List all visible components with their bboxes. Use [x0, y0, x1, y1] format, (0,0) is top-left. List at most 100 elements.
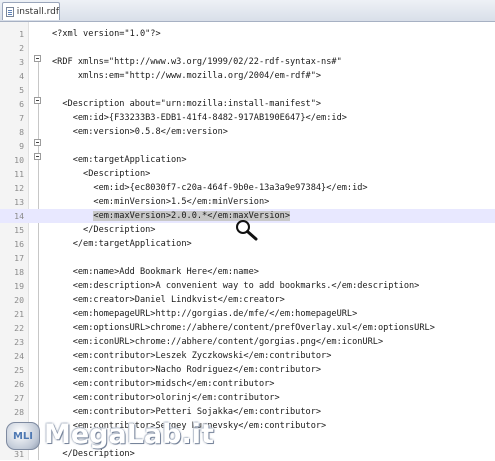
code-text-content: <em:version>0.5.8</em:version> — [52, 127, 228, 137]
tab-label: install.rdf — [16, 6, 59, 17]
code-text: xmlns:em="http://www.mozilla.org/2004/em… — [52, 69, 321, 83]
code-text: <em:targetApplication> — [52, 153, 187, 167]
code-text-content: <em:targetApplication> — [52, 155, 187, 165]
code-text-content: <em:homepageURL>http://gorgias.de/mfe/</… — [52, 309, 358, 319]
code-line[interactable]: 10 <em:targetApplication> — [0, 153, 495, 167]
line-number: 10 — [14, 155, 24, 165]
line-number: 28 — [14, 407, 24, 417]
code-line[interactable]: 13 <em:minVersion>1.5</em:minVersion> — [0, 195, 495, 209]
code-text-content: <em:description>A convenient way to add … — [52, 281, 420, 291]
code-text: <em:contributor>Nacho Rodriguez</em:cont… — [52, 363, 321, 377]
line-number: 18 — [14, 267, 24, 277]
code-line[interactable]: 12 <em:id>{ec8030f7-c20a-464f-9b0e-13a3a… — [0, 181, 495, 195]
code-text: <em:homepageURL>http://gorgias.de/mfe/</… — [52, 307, 358, 321]
code-text: <?xml version="1.0"?> — [52, 27, 161, 41]
code-text-content: <em:contributor>Leszek Zyczkowski</em:co… — [52, 351, 332, 361]
code-line[interactable]: 26 <em:contributor>midsch</em:contributo… — [0, 377, 495, 391]
code-line[interactable]: 3 <RDF xmlns="http://www.w3.org/1999/02/2… — [0, 55, 495, 69]
code-line[interactable]: 8 <em:version>0.5.8</em:version> — [0, 125, 495, 139]
code-line[interactable]: 22 <em:optionsURL>chrome://abhere/conten… — [0, 321, 495, 335]
magnifier-icon — [236, 220, 258, 241]
code-text: <em:minVersion>1.5</em:minVersion> — [52, 195, 269, 209]
code-text-content: <em:iconURL>chrome://abhere/content/gorg… — [52, 337, 384, 347]
code-text-content: <em:contributor>olorinj</em:contributor> — [52, 393, 280, 403]
code-text-content: <em:name>Add Bookmark Here</em:name> — [52, 267, 259, 277]
code-text-content: <em:contributor>midsch</em:contributor> — [52, 379, 275, 389]
code-text-content: <em:minVersion>1.5</em:minVersion> — [52, 197, 270, 207]
tab-install-rdf[interactable]: install.rdf — [2, 2, 60, 20]
line-number: 2 — [19, 43, 24, 53]
code-text: <Description> — [52, 167, 150, 181]
code-text: <em:creator>Daniel Lindkvist</em:creator… — [52, 293, 285, 307]
code-text-content: <?xml version="1.0"?> — [52, 29, 161, 39]
code-line[interactable]: 19 <em:description>A convenient way to a… — [0, 279, 495, 293]
code-text-content: <em:contributor>Petteri Sojakka</em:cont… — [52, 407, 322, 417]
line-number: 5 — [19, 85, 24, 95]
line-number: 21 — [14, 309, 24, 319]
code-line[interactable]: 28 <em:contributor>Petteri Sojakka</em:c… — [0, 405, 495, 419]
line-number: 9 — [19, 141, 24, 151]
code-text: </em:targetApplication> — [52, 237, 192, 251]
code-text-content: <em:id>{ec8030f7-c20a-464f-9b0e-13a3a9e9… — [52, 183, 368, 193]
code-text: <em:optionsURL>chrome://abhere/content/p… — [52, 321, 435, 335]
code-text: <em:name>Add Bookmark Here</em:name> — [52, 265, 259, 279]
code-text: <em:description>A convenient way to add … — [52, 279, 420, 293]
code-line[interactable]: 11 <Description> — [0, 167, 495, 181]
line-number: 22 — [14, 323, 24, 333]
line-number: 4 — [19, 71, 24, 81]
code-text: <em:contributor>midsch</em:contributor> — [52, 377, 275, 391]
code-text-content: </em:targetApplication> — [52, 239, 192, 249]
code-line[interactable]: 25 <em:contributor>Nacho Rodriguez</em:c… — [0, 363, 495, 377]
code-line[interactable]: 23 <em:iconURL>chrome://abhere/content/g… — [0, 335, 495, 349]
code-line[interactable]: 24 <em:contributor>Leszek Zyczkowski</em… — [0, 349, 495, 363]
watermark-badge: MLI — [6, 422, 40, 450]
code-text: <em:version>0.5.8</em:version> — [52, 125, 228, 139]
code-text-content: </Description> — [52, 225, 156, 235]
line-number: 16 — [14, 239, 24, 249]
code-line[interactable]: 1 <?xml version="1.0"?> — [0, 27, 495, 41]
code-text: <em:contributor>olorinj</em:contributor> — [52, 391, 280, 405]
code-text: <em:id>{F33233B3-EDB1-41f4-8482-917AB190… — [52, 111, 347, 125]
line-number: 13 — [14, 197, 24, 207]
line-number: 3 — [19, 57, 24, 67]
line-number: 6 — [19, 99, 24, 109]
code-text: <Description about="urn:mozilla:install-… — [52, 97, 321, 111]
code-line[interactable]: 4 xmlns:em="http://www.mozilla.org/2004/… — [0, 69, 495, 83]
line-number: 19 — [14, 281, 24, 291]
code-line[interactable]: 18 <em:name>Add Bookmark Here</em:name> — [0, 265, 495, 279]
code-text: <RDF xmlns="http://www.w3.org/1999/02/22… — [52, 55, 342, 69]
line-number: 26 — [14, 379, 24, 389]
code-line[interactable]: 7 <em:id>{F33233B3-EDB1-41f4-8482-917AB1… — [0, 111, 495, 125]
code-text: </Description> — [52, 223, 155, 237]
code-line[interactable]: 9 — [0, 139, 495, 153]
watermark-text: MegaLab.it — [44, 419, 214, 450]
code-line[interactable]: 5 — [0, 83, 495, 97]
code-text-content: <Description> — [52, 169, 151, 179]
code-text: <em:contributor>Leszek Zyczkowski</em:co… — [52, 349, 332, 363]
line-number: 7 — [19, 113, 24, 123]
code-line[interactable]: 17 — [0, 251, 495, 265]
code-line[interactable]: 2 — [0, 41, 495, 55]
code-text-content: <em:id>{F33233B3-EDB1-41f4-8482-917AB190… — [52, 113, 347, 123]
file-icon — [6, 6, 14, 17]
line-number: 12 — [14, 183, 24, 193]
code-text-content: <RDF xmlns="http://www.w3.org/1999/02/22… — [52, 57, 342, 67]
code-text-content: <Description about="urn:mozilla:install-… — [52, 99, 322, 109]
code-text-content: <em:creator>Daniel Lindkvist</em:creator… — [52, 295, 285, 305]
code-text: <em:contributor>Petteri Sojakka</em:cont… — [52, 405, 321, 419]
code-line[interactable]: 21 <em:homepageURL>http://gorgias.de/mfe… — [0, 307, 495, 321]
code-text-content — [52, 211, 93, 221]
code-text-content: <em:optionsURL>chrome://abhere/content/p… — [52, 323, 435, 333]
code-line[interactable]: 6 <Description about="urn:mozilla:instal… — [0, 97, 495, 111]
code-line[interactable]: 27 <em:contributor>olorinj</em:contribut… — [0, 391, 495, 405]
line-number: 23 — [14, 337, 24, 347]
line-number: 20 — [14, 295, 24, 305]
code-text-content: xmlns:em="http://www.mozilla.org/2004/em… — [52, 71, 322, 81]
line-number: 15 — [14, 225, 24, 235]
line-number: 24 — [14, 351, 24, 361]
line-number: 11 — [14, 169, 24, 179]
code-text-content: <em:contributor>Nacho Rodriguez</em:cont… — [52, 365, 322, 375]
line-number: 8 — [19, 127, 24, 137]
code-line[interactable]: 20 <em:creator>Daniel Lindkvist</em:crea… — [0, 293, 495, 307]
line-number: 14 — [14, 211, 24, 221]
